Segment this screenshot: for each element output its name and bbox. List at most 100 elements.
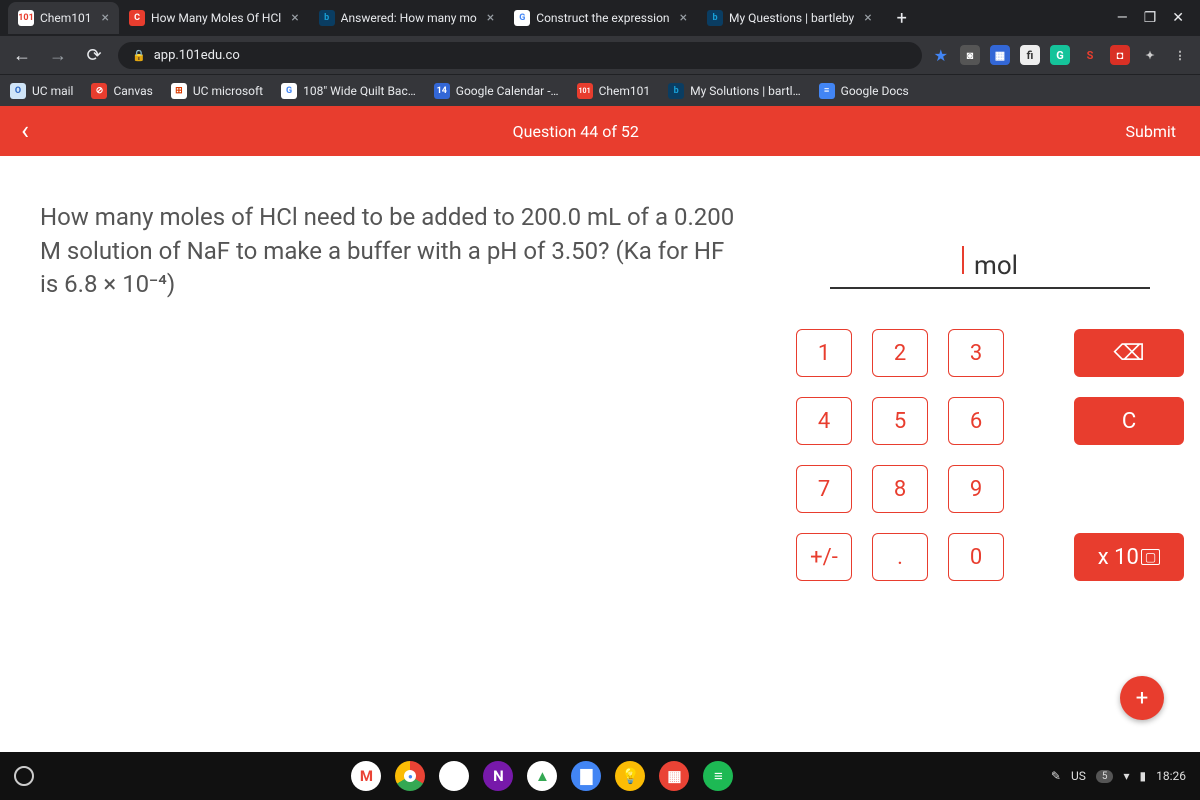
onenote-icon[interactable]: N	[483, 761, 513, 791]
restore-icon[interactable]: ❐	[1144, 10, 1157, 26]
extensions-icon[interactable]: ✦	[1140, 45, 1160, 65]
submit-button[interactable]: Submit	[1102, 122, 1200, 141]
notification-count[interactable]: 5	[1096, 770, 1114, 783]
bookmark-uc-microsoft[interactable]: ⊞UC microsoft	[171, 83, 263, 99]
drive-icon[interactable]: ▲	[527, 761, 557, 791]
close-icon[interactable]: ×	[680, 10, 687, 26]
bookmark-canvas[interactable]: ⊘Canvas	[91, 83, 152, 99]
tab-title: Answered: How many mo	[341, 11, 477, 25]
close-icon[interactable]: ×	[102, 10, 109, 26]
back-button[interactable]: ←	[10, 45, 34, 66]
system-tray[interactable]: ✎ US 5 ▾ ▮ 18:26	[1051, 769, 1186, 783]
bookmark-chem101[interactable]: 101Chem101	[577, 83, 651, 99]
calendar-icon: 14	[434, 83, 450, 99]
favicon-chegg-icon: C	[129, 10, 145, 26]
extension-icons: ◙ ▦ fi G S ◘ ✦ ⋮	[960, 45, 1190, 65]
tab-title: My Questions | bartleby	[729, 11, 854, 25]
key-2[interactable]: 2	[872, 329, 928, 377]
lang-indicator: US	[1071, 769, 1086, 783]
close-window-icon[interactable]: ✕	[1172, 10, 1184, 26]
key-7[interactable]: 7	[796, 465, 852, 513]
clear-button[interactable]: C	[1074, 397, 1184, 445]
chrome-icon[interactable]: ●	[395, 761, 425, 791]
play-store-icon[interactable]: ▶	[439, 761, 469, 791]
bookmark-uc-mail[interactable]: OUC mail	[10, 83, 73, 99]
ext-icon[interactable]: ◘	[1110, 45, 1130, 65]
outlook-icon: O	[10, 83, 26, 99]
key-6[interactable]: 6	[948, 397, 1004, 445]
address-bar[interactable]: 🔒 app.101edu.co	[118, 42, 922, 69]
key-4[interactable]: 4	[796, 397, 852, 445]
clock: 18:26	[1156, 769, 1186, 783]
unit-label: mol	[974, 251, 1018, 281]
lock-icon: 🔒	[132, 49, 146, 62]
close-icon[interactable]: ×	[487, 10, 494, 26]
bookmark-bartleby[interactable]: bMy Solutions | bartl…	[668, 83, 801, 99]
docs-icon: ≡	[819, 83, 835, 99]
key-dot[interactable]: .	[872, 533, 928, 581]
gmail-icon[interactable]: M	[351, 761, 381, 791]
tab-chegg[interactable]: C How Many Moles Of HCl ×	[119, 2, 309, 34]
key-9[interactable]: 9	[948, 465, 1004, 513]
ext-icon[interactable]: S	[1080, 45, 1100, 65]
bookmark-docs[interactable]: ≡ Google Docs	[819, 83, 909, 99]
close-icon[interactable]: ×	[291, 10, 298, 26]
bookmark-label: 108" Wide Quilt Bac…	[303, 84, 416, 98]
bookmark-label: Google Docs	[841, 84, 909, 98]
battery-icon: ▮	[1140, 769, 1147, 783]
launcher-button[interactable]	[14, 766, 34, 786]
ext-icon[interactable]: ▦	[990, 45, 1010, 65]
keypad: 1 2 3 ⌫ 4 5 6 C 7 8 9 +/- . 0 x 10▢	[800, 329, 1180, 581]
new-tab-button[interactable]: +	[888, 4, 916, 32]
bookmark-label: Google Calendar -…	[456, 84, 559, 98]
window-controls: — ❐ ✕	[1117, 10, 1192, 26]
shelf: M ● ▶ N ▲ ▇ 💡 ▦ ≡ ✎ US 5 ▾ ▮ 18:26	[0, 752, 1200, 800]
ext-icon[interactable]: fi	[1020, 45, 1040, 65]
tab-title: Construct the expression	[536, 11, 669, 25]
close-icon[interactable]: ×	[864, 10, 871, 26]
tab-chem101[interactable]: 101 Chem101 ×	[8, 2, 119, 34]
minimize-icon[interactable]: —	[1117, 10, 1128, 26]
shelf-apps: M ● ▶ N ▲ ▇ 💡 ▦ ≡	[351, 761, 733, 791]
ext-icon[interactable]: ◙	[960, 45, 980, 65]
menu-icon[interactable]: ⋮	[1170, 45, 1190, 65]
keep-icon[interactable]: 💡	[615, 761, 645, 791]
url-text: app.101edu.co	[154, 48, 240, 63]
tab-bartleby-answered[interactable]: b Answered: How many mo ×	[309, 2, 505, 34]
app-header: ‹ Question 44 of 52 Submit	[0, 106, 1200, 156]
grammarly-icon[interactable]: G	[1050, 45, 1070, 65]
pen-icon[interactable]: ✎	[1051, 769, 1061, 783]
chem101-icon: 101	[577, 83, 593, 99]
spotify-icon[interactable]: ≡	[703, 761, 733, 791]
microsoft-icon: ⊞	[171, 83, 187, 99]
tab-title: How Many Moles Of HCl	[151, 11, 281, 25]
key-8[interactable]: 8	[872, 465, 928, 513]
files-icon[interactable]: ▇	[571, 761, 601, 791]
google-icon: G	[281, 83, 297, 99]
bookmark-calendar[interactable]: 14 Google Calendar -…	[434, 83, 559, 99]
canvas-icon: ⊘	[91, 83, 107, 99]
back-chevron-button[interactable]: ‹	[0, 116, 50, 146]
key-0[interactable]: 0	[948, 533, 1004, 581]
tab-bartleby-questions[interactable]: b My Questions | bartleby ×	[697, 2, 882, 34]
photos-icon[interactable]: ▦	[659, 761, 689, 791]
forward-button[interactable]: →	[46, 45, 70, 66]
backspace-button[interactable]: ⌫	[1074, 329, 1184, 377]
answer-input[interactable]: mol	[830, 246, 1150, 289]
bookmarks-bar: OUC mail ⊘Canvas ⊞UC microsoft G 108" Wid…	[0, 74, 1200, 106]
text-cursor	[962, 246, 964, 274]
key-1[interactable]: 1	[796, 329, 852, 377]
key-5[interactable]: 5	[872, 397, 928, 445]
star-icon[interactable]: ★	[934, 46, 948, 65]
key-plusminus[interactable]: +/-	[796, 533, 852, 581]
exponent-button[interactable]: x 10▢	[1074, 533, 1184, 581]
favicon-google-icon: G	[514, 10, 530, 26]
add-fab-button[interactable]: +	[1120, 676, 1164, 720]
content-area: How many moles of HCl need to be added t…	[0, 156, 1200, 772]
wifi-icon: ▾	[1123, 769, 1129, 783]
key-3[interactable]: 3	[948, 329, 1004, 377]
bartleby-icon: b	[668, 83, 684, 99]
reload-button[interactable]: ⟳	[82, 45, 106, 66]
tab-google[interactable]: G Construct the expression ×	[504, 2, 697, 34]
bookmark-quilt[interactable]: G 108" Wide Quilt Bac…	[281, 83, 416, 99]
